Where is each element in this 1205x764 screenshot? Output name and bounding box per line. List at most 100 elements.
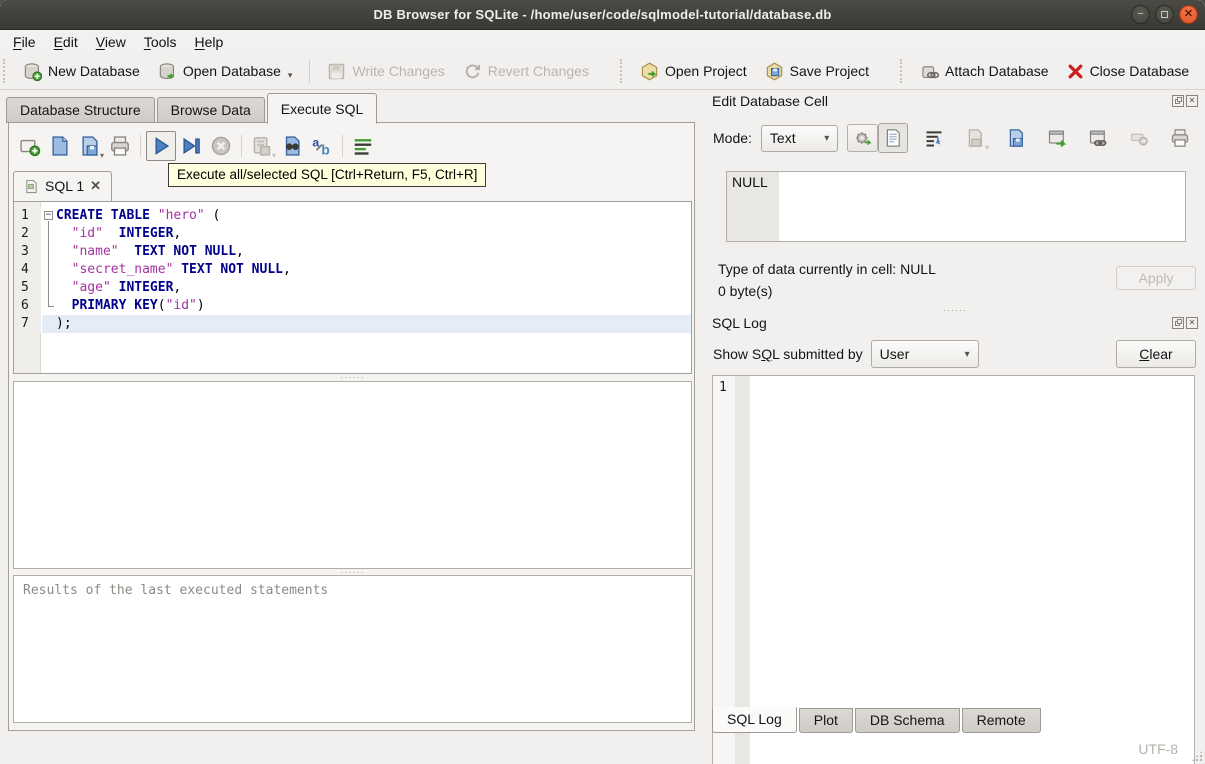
sql-log-view[interactable]: 1	[712, 375, 1195, 764]
print-sql-button[interactable]	[105, 131, 135, 161]
window-controls: − ✕	[1131, 5, 1198, 24]
dock-tab-bar: SQL Log Plot DB Schema Remote	[712, 707, 1043, 733]
toolbar-drag-handle[interactable]	[619, 59, 625, 83]
sql-code-editor[interactable]: 1− CREATE TABLE "hero" (2 "id" INTEGER, 3 …	[13, 201, 692, 374]
tab-execute-sql[interactable]: Execute SQL	[266, 93, 378, 124]
app-window: DB Browser for SQLite - /home/user/code/…	[0, 0, 1205, 764]
line-number: 7	[14, 315, 41, 333]
code-line[interactable]: 2 "id" INTEGER,	[14, 225, 691, 243]
tab-db-schema[interactable]: DB Schema	[854, 708, 960, 733]
results-message-pane[interactable]: Results of the last executed statements	[13, 575, 692, 723]
tab-sql-log[interactable]: SQL Log	[712, 707, 797, 733]
open-database-label: Open Database	[182, 63, 281, 79]
open-database-dropdown-icon[interactable]: ▾	[288, 70, 293, 81]
find-in-sql-button[interactable]	[277, 131, 307, 161]
tab-browse-data[interactable]: Browse Data	[156, 97, 265, 123]
link-data-button[interactable]	[1083, 123, 1113, 153]
float-panel-button[interactable]	[1172, 95, 1184, 107]
tab-database-structure[interactable]: Database Structure	[6, 97, 155, 123]
sql-tab-close-icon[interactable]: ✕	[90, 178, 101, 194]
clear-log-button[interactable]: Clear	[1116, 340, 1196, 368]
open-database-icon	[158, 62, 177, 81]
right-dock: Edit Database Cell ✕ Mode: Text ▾ ▾ NULL…	[705, 90, 1205, 764]
line-number: 6	[14, 297, 41, 315]
code-line[interactable]: 6 PRIMARY KEY("id")	[14, 297, 691, 315]
code-line[interactable]: 3 "name" TEXT NOT NULL,	[14, 243, 691, 261]
word-wrap-button[interactable]	[348, 131, 378, 161]
cell-null-indicator: NULL	[727, 172, 779, 241]
execute-current-line-button[interactable]	[176, 131, 206, 161]
new-database-button[interactable]: New Database	[14, 57, 149, 86]
open-in-external-button[interactable]	[1042, 123, 1072, 153]
stop-sql-button	[206, 131, 236, 161]
print-cell-button[interactable]	[1165, 123, 1195, 153]
sql-log-title: SQL Log	[712, 315, 767, 331]
fold-margin	[42, 315, 56, 333]
open-database-button[interactable]: Open Database ▾	[149, 57, 302, 86]
revert-changes-label: Revert Changes	[487, 63, 589, 79]
float-icon	[1177, 97, 1182, 102]
menu-tools[interactable]: Tools	[135, 32, 186, 52]
save-sql-file-button[interactable]: ▾	[75, 131, 105, 161]
close-button[interactable]: ✕	[1179, 5, 1198, 24]
minimize-icon: −	[1137, 8, 1144, 20]
cell-value-editor[interactable]: NULL	[726, 171, 1186, 242]
minimize-button[interactable]: −	[1131, 5, 1150, 24]
resize-grip-icon[interactable]	[1191, 750, 1203, 762]
clear-label: Clear	[1139, 346, 1173, 362]
text-mode-button[interactable]	[878, 123, 908, 153]
code-line[interactable]: 1− CREATE TABLE "hero" (	[14, 207, 691, 225]
query-results-table[interactable]	[13, 381, 692, 569]
export-cell-data-button[interactable]	[1001, 123, 1031, 153]
menu-help[interactable]: Help	[186, 32, 233, 52]
save-project-label: Save Project	[789, 63, 870, 79]
attach-database-label: Attach Database	[945, 63, 1049, 79]
maximize-button[interactable]	[1155, 5, 1174, 24]
cell-value-text: NULL	[732, 174, 768, 190]
fold-collapse-icon[interactable]: −	[44, 211, 53, 220]
fold-margin[interactable]: −	[42, 207, 56, 225]
close-panel-button[interactable]: ✕	[1186, 95, 1198, 107]
menu-edit[interactable]: Edit	[45, 32, 87, 52]
log-filter-value: User	[879, 346, 910, 362]
line-number: 3	[14, 243, 41, 261]
new-sql-tab-button[interactable]	[15, 131, 45, 161]
open-sql-file-button[interactable]	[45, 131, 75, 161]
line-number: 1	[14, 207, 41, 225]
tab-plot[interactable]: Plot	[798, 708, 853, 733]
close-panel-button[interactable]: ✕	[1186, 317, 1198, 329]
toolbar-drag-handle[interactable]	[3, 59, 8, 83]
menu-view[interactable]: View	[87, 32, 135, 52]
code-line[interactable]: 7);	[14, 315, 691, 333]
word-wrap-cell-button[interactable]	[919, 123, 949, 153]
toolbar-drag-handle[interactable]	[900, 59, 905, 83]
sql-tab-label: SQL 1	[45, 178, 85, 194]
tooltip-text: Execute all/selected SQL [Ctrl+Return, F…	[177, 167, 478, 182]
code-line[interactable]: 4 "secret_name" TEXT NOT NULL,	[14, 261, 691, 279]
code-text: "name" TEXT NOT NULL,	[71, 244, 244, 259]
save-results-button: ▾	[247, 131, 277, 161]
sql-file-icon	[24, 179, 39, 194]
close-panel-icon: ✕	[1188, 318, 1196, 327]
close-database-button[interactable]: Close Database	[1058, 58, 1199, 85]
save-sql-dropdown-icon[interactable]: ▾	[100, 151, 104, 160]
execute-sql-button[interactable]	[146, 131, 176, 161]
sql-toolbar: ▾ ▾ ab	[15, 128, 378, 164]
save-project-button[interactable]: Save Project	[756, 57, 878, 86]
tab-remote[interactable]: Remote	[961, 708, 1041, 733]
sql-toolbar-separator	[140, 135, 141, 157]
format-sql-button[interactable]: ab	[307, 131, 337, 161]
main-tab-bar: Database Structure Browse Data Execute SQL	[6, 92, 379, 124]
open-project-button[interactable]: Open Project	[631, 57, 756, 86]
save-project-icon	[765, 62, 784, 81]
sql-tab[interactable]: SQL 1 ✕	[13, 171, 113, 201]
auto-apply-button[interactable]	[847, 124, 878, 152]
code-line[interactable]: 5 "age" INTEGER,	[14, 279, 691, 297]
attach-database-button[interactable]: Attach Database	[911, 57, 1058, 86]
log-filter-select[interactable]: User ▾	[870, 340, 979, 368]
menu-file[interactable]: File	[4, 32, 45, 52]
mode-select[interactable]: Text ▾	[760, 124, 839, 152]
attach-database-icon	[920, 62, 940, 81]
float-panel-button[interactable]	[1172, 317, 1184, 329]
titlebar[interactable]: DB Browser for SQLite - /home/user/code/…	[0, 0, 1205, 30]
